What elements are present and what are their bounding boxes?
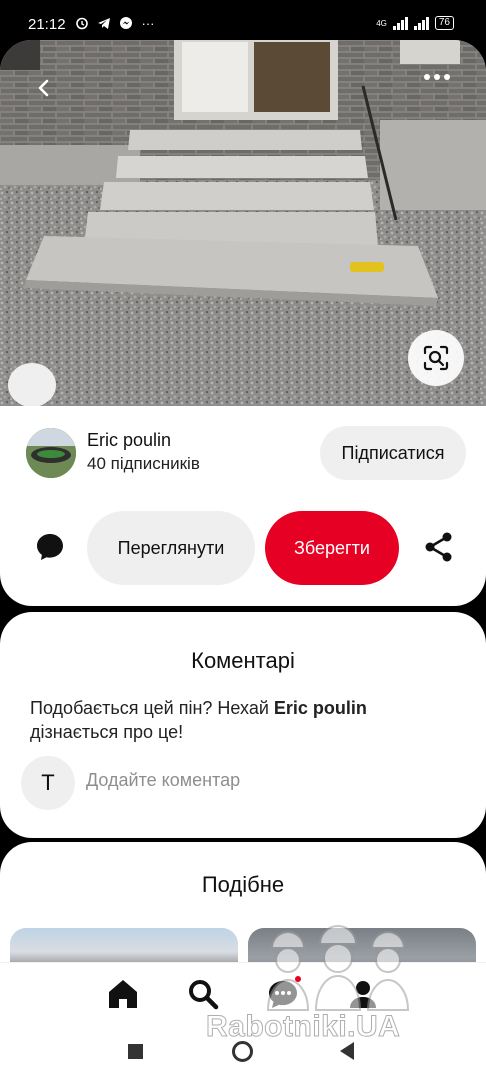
recent-apps-button[interactable] — [128, 1044, 143, 1059]
network-type: 4G — [376, 18, 387, 28]
status-right-icons: 4G 76 — [376, 16, 454, 30]
alarm-icon — [74, 15, 90, 31]
telegram-icon — [96, 15, 112, 31]
pin-card: Eric poulin 40 підписників Підписатися П… — [0, 40, 486, 606]
status-notification-icons: ··· — [74, 15, 156, 31]
more-notifications-icon: ··· — [141, 15, 155, 31]
visual-search-button[interactable] — [408, 330, 464, 386]
watermark: Rabotniki.UA — [205, 1010, 401, 1044]
home-icon — [109, 980, 137, 1008]
author-followers: 40 підписників — [87, 454, 200, 473]
view-button[interactable]: Переглянути — [87, 511, 255, 585]
system-back-button[interactable] — [340, 1042, 354, 1060]
comments-title: Коментарі — [191, 648, 295, 673]
signal-2-icon — [413, 16, 429, 30]
follow-button[interactable]: Підписатися — [320, 426, 466, 480]
share-icon — [425, 532, 452, 562]
comment-icon — [37, 534, 63, 560]
comments-section: Коментарі Подобається цей пін? Нехай Eri… — [0, 612, 486, 838]
more-options-button[interactable] — [424, 74, 450, 80]
comment-input[interactable] — [86, 770, 446, 791]
search-icon — [189, 980, 219, 1010]
battery-level: 76 — [434, 16, 454, 30]
similar-title: Подібне — [201, 872, 285, 897]
comments-prompt: Подобається цей пін? Нехай Eric poulin д… — [30, 698, 367, 742]
visual-search-icon — [423, 345, 449, 371]
author-avatar[interactable] — [26, 428, 76, 478]
back-icon — [38, 79, 49, 97]
back-button[interactable] — [28, 72, 60, 104]
save-button[interactable]: Зберегти — [265, 511, 399, 585]
comment-button[interactable] — [34, 531, 66, 563]
messenger-icon — [118, 15, 134, 31]
status-time: 21:12 — [28, 16, 66, 33]
more-icon — [424, 74, 430, 80]
author-name[interactable]: Eric poulin — [87, 430, 171, 451]
system-home-button[interactable] — [232, 1041, 253, 1062]
nav-home[interactable] — [106, 977, 140, 1011]
user-avatar: T — [21, 756, 75, 810]
share-button[interactable] — [422, 530, 456, 564]
watermark-figures — [266, 925, 410, 1011]
prompt-author-name: Eric poulin — [273, 698, 367, 718]
nav-search[interactable] — [186, 977, 220, 1011]
signal-icon — [392, 16, 408, 30]
